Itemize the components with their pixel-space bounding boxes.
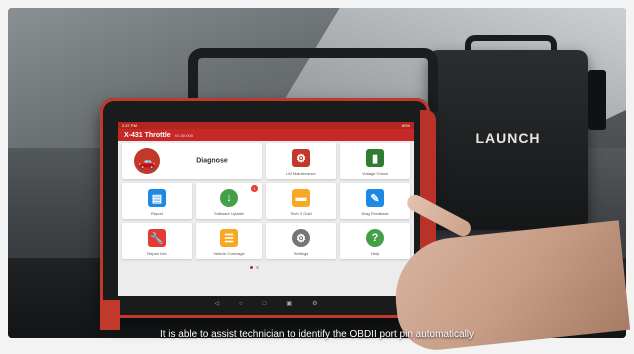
tile-tech2-gold[interactable]: ▬ Tech 2 Gold (266, 183, 336, 219)
tile-label: Diagnose (196, 157, 228, 165)
app-version: V1.00.000 (174, 132, 193, 138)
android-nav-bar: ◁ ○ □ ▣ ⚙ (118, 299, 414, 309)
tile-software-update[interactable]: ↓ 1 Software Update (196, 183, 262, 219)
app-grid: 🚗 Diagnose ⚙ LM Maintenance ▮ Voltage Ch… (122, 143, 410, 293)
document-icon: ▤ (148, 189, 166, 207)
car-diagnose-icon: 🚗 (134, 148, 160, 174)
app-title-bar: X-431 Throttle V1.00.000 (118, 129, 414, 141)
tile-label: Help (370, 251, 380, 256)
gear-icon: ⚙ (292, 229, 310, 247)
tile-label: Diag Feedback (361, 211, 389, 216)
tile-label: Vehicle Coverage (213, 251, 245, 256)
settings-nav-icon[interactable]: ⚙ (312, 299, 317, 309)
download-icon: ↓ (220, 189, 238, 207)
question-icon: ? (366, 229, 384, 247)
back-icon[interactable]: ◁ (215, 299, 220, 309)
tile-repair-info[interactable]: 🔧 Repair Info (122, 223, 192, 259)
app-title: X-431 Throttle (124, 131, 171, 139)
status-time: 2:47 PM (122, 123, 137, 128)
status-bar: 2:47 PM 80% (118, 122, 414, 129)
tile-vehicle-coverage[interactable]: ☰ Vehicle Coverage (196, 223, 262, 259)
recents-icon[interactable]: □ (263, 299, 267, 309)
page-dot-active[interactable] (250, 266, 253, 269)
folder-icon: ▬ (292, 189, 310, 207)
tile-voltage-check[interactable]: ▮ Voltage Check (340, 143, 410, 179)
tile-diag-feedback[interactable]: ✎ Diag Feedback (340, 183, 410, 219)
tile-label: Settings (293, 251, 309, 256)
status-battery: 80% (401, 123, 410, 128)
tile-label: Repair Info (147, 251, 167, 256)
tile-label: Voltage Check (362, 171, 388, 176)
tile-diagnose[interactable]: 🚗 Diagnose (122, 143, 262, 179)
tile-label: LM Maintenance (286, 171, 316, 176)
page-dot[interactable] (256, 266, 259, 269)
video-caption: It is able to assist technician to ident… (159, 329, 475, 340)
edit-icon: ✎ (366, 189, 384, 207)
tile-settings[interactable]: ⚙ Settings (266, 223, 336, 259)
screenshot-icon[interactable]: ▣ (286, 299, 292, 309)
tile-report[interactable]: ▤ Report (122, 183, 192, 219)
vci-box: LAUNCH (428, 50, 588, 230)
tile-lm-maintenance[interactable]: ⚙ LM Maintenance (266, 143, 336, 179)
tile-label: Software Update (214, 211, 244, 216)
list-icon: ☰ (220, 229, 238, 247)
update-badge: 1 (251, 185, 258, 192)
tile-help[interactable]: ? Help (340, 223, 410, 259)
home-icon[interactable]: ○ (239, 299, 243, 309)
vci-brand-label: LAUNCH (475, 130, 541, 146)
engine-icon: ⚙ (292, 149, 310, 167)
tablet-stand (100, 300, 120, 330)
page-indicator (250, 266, 259, 269)
tile-label: Report (150, 211, 163, 216)
wrench-icon: 🔧 (148, 229, 166, 247)
tile-label: Tech 2 Gold (290, 211, 312, 216)
vci-port (588, 70, 606, 130)
battery-icon: ▮ (366, 149, 384, 167)
tablet-screen: 2:47 PM 80% X-431 Throttle V1.00.000 🚗 D… (118, 122, 414, 296)
